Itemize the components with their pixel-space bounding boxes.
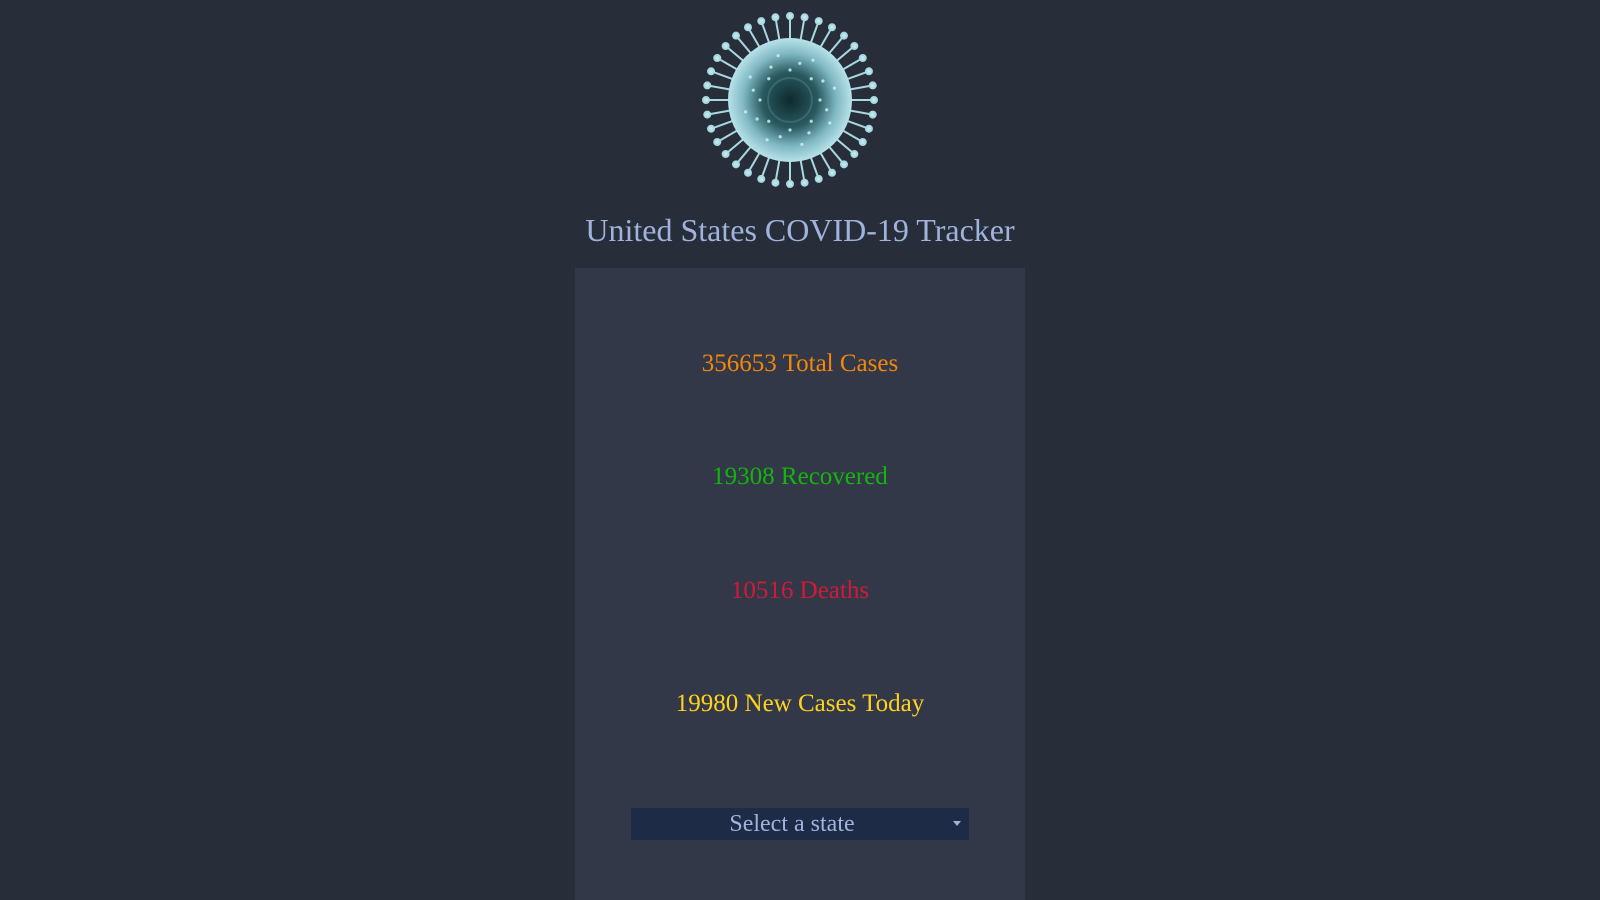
- state-select-label: Select a state: [729, 811, 855, 837]
- tracker-page: United States COVID-19 Tracker 356653 To…: [0, 0, 1600, 900]
- recovered-stat: 19308 Recovered: [712, 463, 888, 490]
- coronavirus-icon: [702, 12, 878, 188]
- total-cases-stat: 356653 Total Cases: [701, 350, 899, 377]
- page-title: United States COVID-19 Tracker: [585, 212, 1015, 248]
- deaths-stat: 10516 Deaths: [730, 577, 870, 604]
- chevron-down-icon: [953, 821, 961, 826]
- state-select[interactable]: Select a state: [631, 808, 969, 840]
- new-cases-today-stat: 19980 New Cases Today: [675, 690, 925, 717]
- stats-panel: 356653 Total Cases 19308 Recovered 10516…: [575, 268, 1025, 900]
